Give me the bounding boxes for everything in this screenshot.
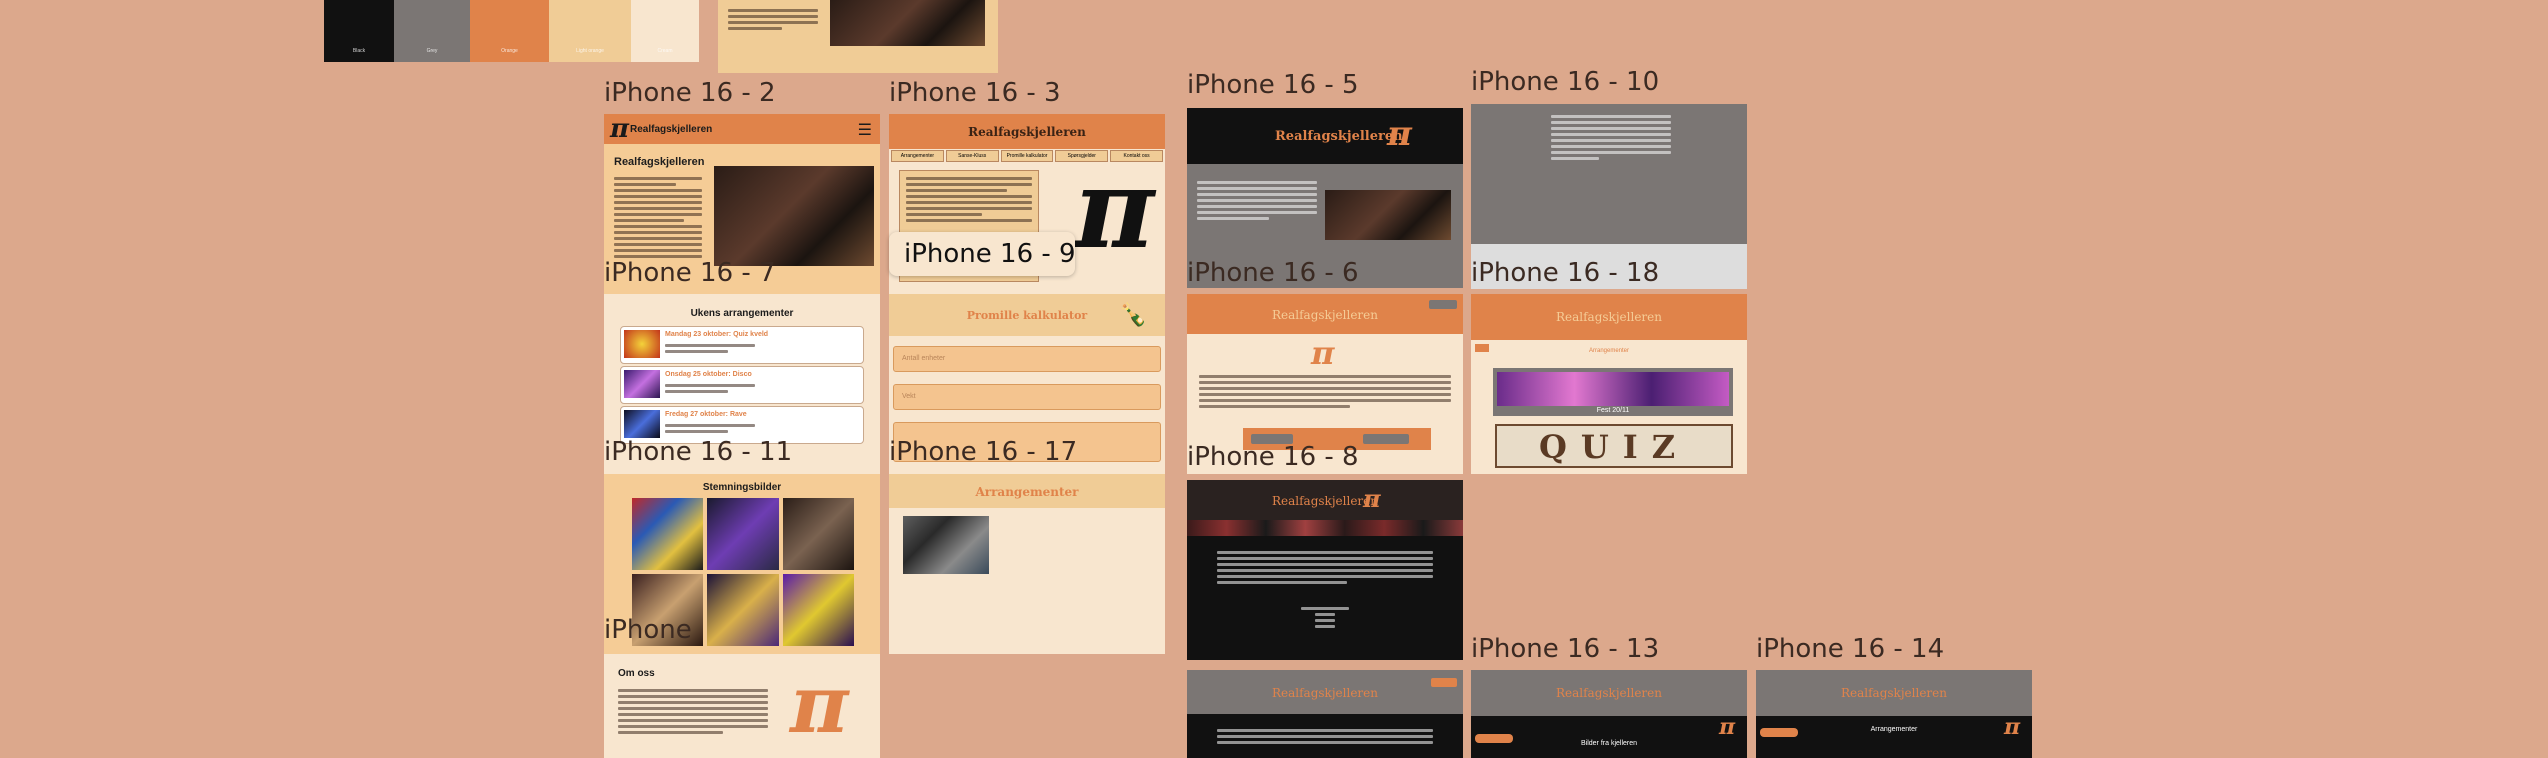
logo-pi: π (1311, 334, 1335, 372)
frame-label: iPhone 16 - 13 (1471, 634, 1660, 664)
site-title: Realfagskjelleren (1271, 686, 1378, 700)
quiz-card[interactable]: QUIZ (1495, 424, 1733, 468)
frame-bottom-1[interactable]: Realfagskjelleren (1187, 670, 1463, 758)
swatch-cream: Cream (631, 0, 699, 62)
swatch-black: Black (324, 0, 394, 62)
site-title: Realfagskjelleren (1840, 686, 1947, 700)
site-title: Realfagskjelleren (630, 124, 713, 135)
menu-icon[interactable]: ☰ (858, 120, 872, 140)
logo-pi: π (1363, 484, 1381, 513)
big-pi-logo: π (1074, 144, 1155, 273)
hero-photo (1325, 190, 1451, 240)
event-thumbnail[interactable] (903, 516, 989, 574)
weight-input[interactable]: Vekt (893, 384, 1161, 410)
frame-label: iPhone 16 - 17 (889, 437, 1078, 467)
frame-label-badge: iPhone 16 - 9 (889, 232, 1076, 276)
frame-label: iPhone 16 - 18 (1471, 258, 1660, 288)
events-heading: Ukens arrangementer (690, 308, 794, 319)
tab-arrangementer[interactable]: Arrangementer (891, 150, 944, 162)
gallery-image[interactable] (707, 574, 779, 646)
swatch-light-orange: Light orange (549, 0, 631, 62)
login-button[interactable] (1431, 678, 1457, 687)
swatch-orange: Orange (470, 0, 549, 62)
site-title: Realfagskjelleren (1275, 129, 1403, 144)
hero-photo (714, 166, 874, 266)
arr-small-heading: Arrangementer (1870, 726, 1918, 733)
logo-pi: π (1719, 714, 1736, 740)
frame-label: iPhone 16 - 11 (604, 437, 793, 467)
logo-pi: π (610, 114, 630, 144)
bilder-label: Bilder fra kjelleren (1580, 740, 1638, 747)
frame-iphone-16-8[interactable]: Realfagskjelleren π (1187, 480, 1463, 660)
units-input[interactable]: Antall enheter (893, 346, 1161, 372)
gallery-image[interactable] (707, 498, 779, 570)
logo-pi: π (1387, 114, 1412, 154)
bottle-icon: 🍾 (1119, 302, 1147, 327)
arr-small-heading: Arrangementer (1588, 348, 1630, 354)
frame-label: iPhone 16 - 3 (889, 78, 1061, 108)
gallery-image[interactable] (782, 498, 854, 570)
frame-iphone-about[interactable]: Om oss π (604, 654, 880, 758)
frame-label: iPhone 16 - 8 (1187, 442, 1359, 472)
frame-label: iPhone 16 - 9 (904, 239, 1076, 269)
fest-card[interactable]: Fest 20/11 (1493, 368, 1733, 416)
color-palette: Black Grey Orange Light orange Cream (324, 0, 699, 62)
site-title: Realfagskjelleren (1555, 310, 1662, 324)
site-title: Realfagskjelleren (968, 125, 1086, 139)
frame-label: iPhone 16 - 14 (1756, 634, 1945, 664)
tab-promille[interactable]: Promille kalkulator (1000, 150, 1054, 162)
login-button[interactable] (1429, 300, 1457, 309)
tab-sanse-kluss[interactable]: Sanse-Kluss (945, 150, 999, 162)
event-card[interactable]: Mandag 23 oktober: Quiz kveld (620, 326, 864, 364)
site-title: Realfagskjelleren (1271, 494, 1378, 508)
gallery-image[interactable] (782, 574, 854, 646)
mood-heading: Stemningsbilder (702, 482, 782, 493)
site-title: Realfagskjelleren (1555, 686, 1662, 700)
frame-top-partial[interactable] (718, 0, 998, 73)
frame-label: iPhone (604, 615, 692, 645)
about-heading: Om oss (618, 668, 655, 679)
frame-iphone-16-18[interactable]: Realfagskjelleren Arrangementer Fest 20/… (1471, 294, 1747, 474)
arr-heading: Arrangementer (975, 485, 1079, 499)
secondary-button[interactable] (1363, 434, 1409, 444)
frame-label: iPhone 16 - 6 (1187, 258, 1359, 288)
frame-label: iPhone 16 - 10 (1471, 67, 1660, 97)
site-title: Realfagskjelleren (1271, 308, 1378, 322)
gallery-image[interactable] (632, 498, 704, 570)
section-title: Realfagskjelleren (614, 156, 705, 168)
frame-iphone-16-17[interactable]: Arrangementer (889, 474, 1165, 654)
swatch-grey: Grey (394, 0, 470, 62)
logo-pi: π (790, 657, 849, 751)
frame-iphone-16-14[interactable]: Realfagskjelleren π Arrangementer (1756, 670, 2032, 758)
frame-label: iPhone 16 - 2 (604, 78, 776, 108)
frame-label: iPhone 16 - 7 (604, 258, 776, 288)
event-card[interactable]: Onsdag 25 oktober: Disco (620, 366, 864, 404)
frame-iphone-16-13[interactable]: Realfagskjelleren π Bilder fra kjelleren (1471, 670, 1747, 758)
frame-label: iPhone 16 - 5 (1187, 70, 1359, 100)
